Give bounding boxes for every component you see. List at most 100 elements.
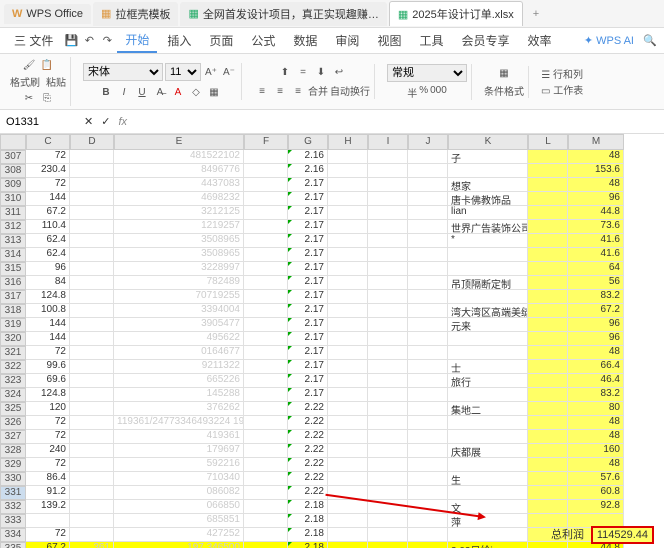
cell-h[interactable] bbox=[328, 542, 368, 548]
cell-l[interactable] bbox=[528, 346, 568, 360]
cell-c[interactable]: 96 bbox=[26, 262, 70, 276]
cell-g[interactable]: 2.17 bbox=[288, 192, 328, 206]
cell-e[interactable]: 685851 bbox=[114, 514, 244, 528]
cell-g[interactable]: 2.17 bbox=[288, 276, 328, 290]
cell-l[interactable] bbox=[528, 402, 568, 416]
align-top-icon[interactable]: ⬆ bbox=[277, 64, 293, 80]
cell-h[interactable] bbox=[328, 346, 368, 360]
col-head-K[interactable]: K bbox=[448, 134, 528, 150]
menu-start[interactable]: 开始 bbox=[117, 28, 157, 53]
menu-data[interactable]: 数据 bbox=[285, 29, 325, 52]
cell-l[interactable] bbox=[528, 220, 568, 234]
cell-d[interactable] bbox=[70, 444, 114, 458]
decrease-font-icon[interactable]: A⁻ bbox=[221, 64, 237, 80]
name-box-input[interactable] bbox=[6, 116, 76, 128]
cell-j[interactable] bbox=[408, 318, 448, 332]
cell-k[interactable] bbox=[448, 528, 528, 542]
cell-g[interactable]: 2.16 bbox=[288, 164, 328, 178]
cell-h[interactable] bbox=[328, 262, 368, 276]
cell-h[interactable] bbox=[328, 318, 368, 332]
cell-d[interactable] bbox=[70, 178, 114, 192]
cell-c[interactable]: 124.8 bbox=[26, 290, 70, 304]
cell-e[interactable]: 179697 bbox=[114, 444, 244, 458]
cell-m[interactable]: 96 bbox=[568, 192, 624, 206]
cell-f[interactable] bbox=[244, 374, 288, 388]
doc-tab-2[interactable]: ▦全网首发设计项目，真正实现趣赚… bbox=[180, 2, 386, 26]
cell-c[interactable]: 230.4 bbox=[26, 164, 70, 178]
row-head[interactable]: 313 bbox=[0, 234, 26, 248]
cell-k[interactable]: 庆都展 bbox=[448, 444, 528, 458]
cell-i[interactable] bbox=[368, 360, 408, 374]
cell-e[interactable]: 3508965 bbox=[114, 248, 244, 262]
font-size-select[interactable]: 11 bbox=[165, 63, 201, 81]
cell-g[interactable]: 2.17 bbox=[288, 388, 328, 402]
cell-f[interactable] bbox=[244, 514, 288, 528]
cell-l[interactable] bbox=[528, 234, 568, 248]
cell-l[interactable] bbox=[528, 360, 568, 374]
cell-h[interactable] bbox=[328, 528, 368, 542]
paste-icon[interactable]: 📋 bbox=[39, 57, 55, 73]
cell-i[interactable] bbox=[368, 472, 408, 486]
rowcol-icon[interactable]: ☰ bbox=[541, 70, 550, 81]
font-select[interactable]: 宋体 bbox=[83, 63, 163, 81]
cell-m[interactable]: 48 bbox=[568, 346, 624, 360]
cell-l[interactable] bbox=[528, 458, 568, 472]
cell-c[interactable]: 72 bbox=[26, 150, 70, 164]
cell-g[interactable]: 2.17 bbox=[288, 374, 328, 388]
cell-j[interactable] bbox=[408, 542, 448, 548]
wrap-label[interactable]: 自动换行 bbox=[330, 83, 370, 99]
row-head[interactable]: 321 bbox=[0, 346, 26, 360]
row-head[interactable]: 325 bbox=[0, 402, 26, 416]
cell-m[interactable]: 92.8 bbox=[568, 500, 624, 514]
cell-e[interactable]: 70719255 bbox=[114, 290, 244, 304]
cell-d[interactable] bbox=[70, 290, 114, 304]
cell-k[interactable]: 子 bbox=[448, 150, 528, 164]
cell-e[interactable]: 782489 bbox=[114, 276, 244, 290]
cell-j[interactable] bbox=[408, 374, 448, 388]
cell-c[interactable]: 72 bbox=[26, 346, 70, 360]
cell-g[interactable]: 2.17 bbox=[288, 248, 328, 262]
cell-j[interactable] bbox=[408, 304, 448, 318]
conditional-format-icon[interactable]: ▦ bbox=[496, 66, 512, 82]
cell-f[interactable] bbox=[244, 402, 288, 416]
cell-e[interactable]: 145288 bbox=[114, 388, 244, 402]
cell-d[interactable] bbox=[70, 206, 114, 220]
cell-g[interactable]: 2.18 bbox=[288, 500, 328, 514]
cell-e[interactable]: 9211322 bbox=[114, 360, 244, 374]
undo-icon[interactable]: ↶ bbox=[81, 33, 97, 49]
save-icon[interactable]: 💾 bbox=[63, 33, 79, 49]
menu-page[interactable]: 页面 bbox=[201, 29, 241, 52]
cell-f[interactable] bbox=[244, 458, 288, 472]
search-icon[interactable]: 🔍 bbox=[642, 33, 658, 49]
cell-e[interactable]: 3508965 bbox=[114, 234, 244, 248]
doc-tab-3[interactable]: ▦2025年设计订单.xlsx bbox=[389, 1, 523, 26]
strike-icon[interactable]: A̶ bbox=[152, 84, 168, 100]
cell-f[interactable] bbox=[244, 388, 288, 402]
cell-l[interactable] bbox=[528, 206, 568, 220]
cell-e[interactable]: 376262 bbox=[114, 402, 244, 416]
cell-k[interactable]: 吊顶隔断定制 bbox=[448, 276, 528, 290]
currency-label[interactable]: 半 bbox=[407, 85, 417, 100]
row-head[interactable]: 308 bbox=[0, 164, 26, 178]
cell-e[interactable]: 665226 bbox=[114, 374, 244, 388]
cell-f[interactable] bbox=[244, 150, 288, 164]
cell-m[interactable]: 48 bbox=[568, 416, 624, 430]
cell-c[interactable]: 72 bbox=[26, 528, 70, 542]
cell-j[interactable] bbox=[408, 234, 448, 248]
cell-l[interactable] bbox=[528, 500, 568, 514]
cell-i[interactable] bbox=[368, 416, 408, 430]
col-head-M[interactable]: M bbox=[568, 134, 624, 150]
cell-m[interactable]: 44.8 bbox=[568, 206, 624, 220]
cell-m[interactable]: 83.2 bbox=[568, 290, 624, 304]
cell-e[interactable]: 1219257 bbox=[114, 220, 244, 234]
cell-g[interactable]: 2.17 bbox=[288, 262, 328, 276]
cell-m[interactable]: 46.4 bbox=[568, 374, 624, 388]
cell-e[interactable]: 495622 bbox=[114, 332, 244, 346]
cell-c[interactable]: 72 bbox=[26, 430, 70, 444]
cell-c[interactable]: 144 bbox=[26, 192, 70, 206]
row-head[interactable]: 311 bbox=[0, 206, 26, 220]
cell-f[interactable] bbox=[244, 332, 288, 346]
cell-f[interactable] bbox=[244, 528, 288, 542]
row-head[interactable]: 315 bbox=[0, 262, 26, 276]
cell-k[interactable]: * bbox=[448, 234, 528, 248]
